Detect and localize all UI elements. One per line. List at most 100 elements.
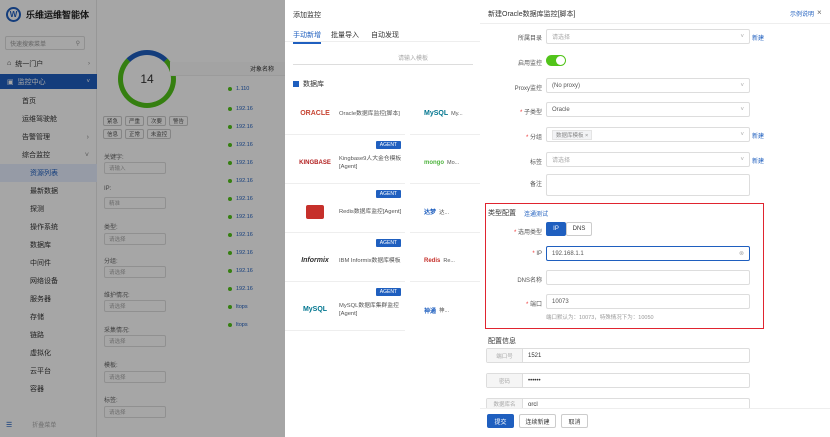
directory-select[interactable]: 请选择 ˅ bbox=[546, 29, 750, 44]
chevron-down-icon: ˅ bbox=[740, 156, 744, 163]
panel-title: 新建Oracle数据库监控[脚本] bbox=[488, 11, 576, 18]
port-value: 10073 bbox=[552, 298, 569, 305]
ip-input[interactable]: 192.168.1.1 ⊗ bbox=[546, 246, 750, 261]
template-card-redis-2[interactable]: Redis Re... bbox=[410, 240, 480, 282]
field-label: 启用监控 bbox=[517, 61, 542, 67]
config-info-title: 配置信息 bbox=[488, 338, 516, 345]
new-group-link[interactable]: 新建 bbox=[752, 131, 764, 140]
port-number-value: 1521 bbox=[528, 352, 542, 359]
help-link[interactable]: 示例说明 bbox=[790, 9, 814, 18]
close-icon[interactable]: × bbox=[817, 8, 822, 17]
cancel-button[interactable]: 取消 bbox=[561, 414, 588, 428]
new-tag-link[interactable]: 新建 bbox=[752, 156, 764, 165]
chevron-down-icon: ˅ bbox=[740, 82, 744, 89]
section-database: 数据库 bbox=[293, 79, 324, 89]
type-config-highlight bbox=[485, 203, 764, 329]
port-label-text: 端口 bbox=[529, 302, 542, 308]
port-number-row[interactable]: 端口号 1521 bbox=[486, 348, 750, 363]
note-textarea[interactable] bbox=[546, 174, 750, 196]
shentong-logo: 神通 bbox=[424, 308, 437, 315]
chevron-down-icon: ˅ bbox=[740, 131, 744, 138]
template-search-input[interactable]: 请输入模板 bbox=[293, 53, 473, 65]
tab-batch-import[interactable]: 批量导入 bbox=[331, 30, 359, 40]
redis-logo bbox=[297, 204, 333, 219]
field-label: * 端口 bbox=[525, 302, 542, 308]
template-card-informix[interactable]: AGENT Informix IBM Informix数据库模板 bbox=[285, 239, 405, 282]
password-label: 密码 bbox=[487, 374, 523, 387]
template-card-redis[interactable]: AGENT Redis数据库监控[Agent] bbox=[285, 190, 405, 233]
type-dns-button[interactable]: DNS bbox=[566, 222, 592, 236]
port-input[interactable]: 10073 bbox=[546, 294, 750, 309]
mysql-logo: MySQL bbox=[302, 306, 328, 313]
add-monitor-dialog: 添加监控 手动新增 批量导入 自动发现 请输入模板 数据库 ORACLE Ora… bbox=[285, 0, 480, 437]
connectivity-test-link[interactable]: 连通测试 bbox=[524, 209, 548, 218]
field-label: * IP bbox=[532, 251, 542, 257]
proxy-select[interactable]: (No proxy) ˅ bbox=[546, 78, 750, 93]
clear-icon[interactable]: ⊗ bbox=[739, 250, 744, 257]
field-label: 所属目录 bbox=[517, 36, 542, 42]
card-text: IBM Informix数据库模板 bbox=[339, 257, 401, 264]
submit-button[interactable]: 提交 bbox=[487, 414, 514, 428]
tags-placeholder: 请选择 bbox=[552, 158, 571, 164]
proxy-value: (No proxy) bbox=[552, 82, 581, 89]
continue-new-button[interactable]: 连续新建 bbox=[519, 414, 556, 428]
toggle-knob bbox=[556, 56, 565, 65]
enable-toggle[interactable] bbox=[546, 55, 566, 66]
subtype-select[interactable]: Oracle ˅ bbox=[546, 102, 750, 117]
card-text: Oracle数据库监控[脚本] bbox=[339, 110, 400, 117]
new-oracle-form-panel: 新建Oracle数据库监控[脚本] 示例说明 × 所属目录 请选择 ˅ 新建 启用… bbox=[480, 0, 830, 437]
field-label: * 选用类型 bbox=[513, 230, 542, 236]
redis-logo: Redis bbox=[424, 257, 441, 264]
ip-value: 192.168.1.1 bbox=[552, 250, 584, 257]
card-text: Mo... bbox=[447, 159, 460, 166]
card-text: My... bbox=[451, 110, 463, 117]
subtype-value: Oracle bbox=[552, 106, 570, 113]
group-tag-text: 数据库模板 bbox=[556, 132, 584, 139]
agent-badge: AGENT bbox=[375, 141, 401, 149]
chevron-down-icon: ˅ bbox=[740, 106, 744, 113]
port-number-label: 端口号 bbox=[487, 349, 523, 362]
field-label: 备注 bbox=[529, 182, 542, 188]
db-name-row[interactable]: 数据库名 orcl bbox=[486, 398, 750, 408]
card-text: MySQL数据库集群监控[Agent] bbox=[339, 302, 399, 317]
group-select[interactable]: 数据库模板 × ˅ bbox=[546, 127, 750, 142]
dialog-title: 添加监控 bbox=[293, 12, 321, 19]
field-label: DNS名称 bbox=[517, 278, 542, 284]
card-text: Re... bbox=[443, 257, 455, 264]
card-text: Redis数据库监控[Agent] bbox=[339, 208, 402, 215]
password-row[interactable]: 密码 •••••• bbox=[486, 373, 750, 388]
template-card-mongo[interactable]: mongo Mo... bbox=[410, 142, 480, 184]
dns-input[interactable] bbox=[546, 270, 750, 285]
template-card-oracle[interactable]: ORACLE Oracle数据库监控[脚本] bbox=[285, 93, 405, 135]
field-label: * 子类型 bbox=[519, 110, 542, 116]
password-value: •••••• bbox=[528, 377, 541, 384]
template-card-mysql[interactable]: MySQL My... bbox=[410, 93, 480, 135]
new-directory-link[interactable]: 新建 bbox=[752, 33, 764, 42]
group-label-text: 分组 bbox=[529, 135, 542, 141]
template-card-kingbase[interactable]: AGENT KINGBASE Kingbase9人大金仓模板[Agent] bbox=[285, 141, 405, 184]
mongo-logo: mongo bbox=[424, 159, 444, 166]
field-label: 标签 bbox=[529, 160, 542, 166]
template-card-dameng[interactable]: 达梦 达... bbox=[410, 191, 480, 233]
agent-badge: AGENT bbox=[375, 239, 401, 247]
select-type-label-text: 选用类型 bbox=[517, 230, 542, 236]
db-name-label: 数据库名 bbox=[487, 399, 523, 408]
template-card-shentong[interactable]: 神通 神... bbox=[410, 289, 480, 331]
db-name-value: orcl bbox=[528, 402, 538, 408]
tags-select[interactable]: 请选择 ˅ bbox=[546, 152, 750, 167]
subtype-label-text: 子类型 bbox=[523, 110, 542, 116]
tab-manual[interactable]: 手动新增 bbox=[293, 30, 321, 44]
template-card-mysql-cluster[interactable]: AGENT MySQL MySQL数据库集群监控[Agent] bbox=[285, 288, 405, 331]
kingbase-logo: KINGBASE bbox=[299, 159, 331, 166]
tab-auto-discover[interactable]: 自动发现 bbox=[371, 30, 399, 40]
template-cards-right: MySQL My... mongo Mo... 达梦 达... Redis Re... … bbox=[410, 93, 480, 333]
informix-logo: Informix bbox=[301, 257, 329, 264]
section-title: 数据库 bbox=[303, 81, 324, 88]
field-label: * 分组 bbox=[525, 135, 542, 141]
directory-placeholder: 请选择 bbox=[552, 35, 571, 41]
dameng-logo: 达梦 bbox=[424, 210, 437, 216]
type-ip-button[interactable]: IP bbox=[546, 222, 566, 236]
port-hint: 端口默认为：10073，特殊情况下为：10050 bbox=[546, 315, 654, 321]
card-text: Kingbase9人大金仓模板[Agent] bbox=[339, 155, 402, 170]
chevron-down-icon: ˅ bbox=[740, 33, 744, 40]
